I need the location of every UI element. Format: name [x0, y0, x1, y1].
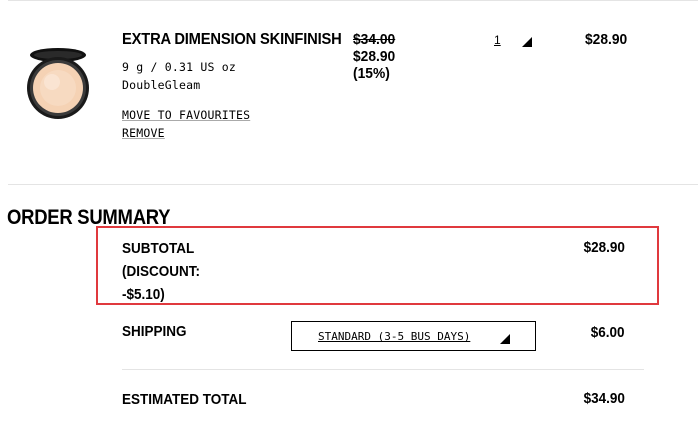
subtotal-value: $28.90 — [583, 239, 625, 256]
product-size: 9 g / 0.31 US oz — [122, 60, 236, 74]
estimated-total-label: ESTIMATED TOTAL — [122, 391, 247, 408]
price-block: $34.00 $28.90 (15%) — [353, 31, 395, 82]
product-name[interactable]: EXTRA DIMENSION SKINFINISH — [122, 31, 342, 49]
sale-price: $28.90 — [353, 48, 396, 65]
original-price: $34.00 — [353, 31, 396, 48]
subtotal-label: SUBTOTAL — [122, 240, 195, 257]
discount-label-line1: (DISCOUNT: — [122, 263, 201, 280]
discount-label-line2: -$5.10) — [122, 286, 165, 303]
shipping-value: $6.00 — [591, 324, 625, 341]
subtotal-label-block: SUBTOTAL (DISCOUNT: -$5.10) — [122, 237, 200, 306]
chevron-down-icon — [500, 334, 510, 344]
shipping-option-text: STANDARD (3-5 BUS DAYS) — [318, 330, 471, 343]
quantity-value[interactable]: 1 — [494, 33, 501, 47]
discount-percent: (15%) — [353, 65, 390, 82]
estimated-total-value: $34.90 — [583, 390, 625, 407]
top-divider — [8, 0, 698, 1]
shipping-select[interactable]: STANDARD (3-5 BUS DAYS) — [291, 321, 536, 351]
move-to-favourites-link[interactable]: MOVE TO FAVOURITES — [122, 108, 250, 122]
total-divider — [122, 369, 644, 370]
product-image[interactable] — [26, 46, 90, 122]
remove-link[interactable]: REMOVE — [122, 126, 165, 140]
shipping-label: SHIPPING — [122, 323, 187, 340]
line-total: $28.90 — [585, 31, 628, 48]
section-divider — [8, 184, 698, 185]
product-shade: DoubleGleam — [122, 78, 201, 92]
quantity-dropdown-icon[interactable] — [522, 37, 532, 47]
